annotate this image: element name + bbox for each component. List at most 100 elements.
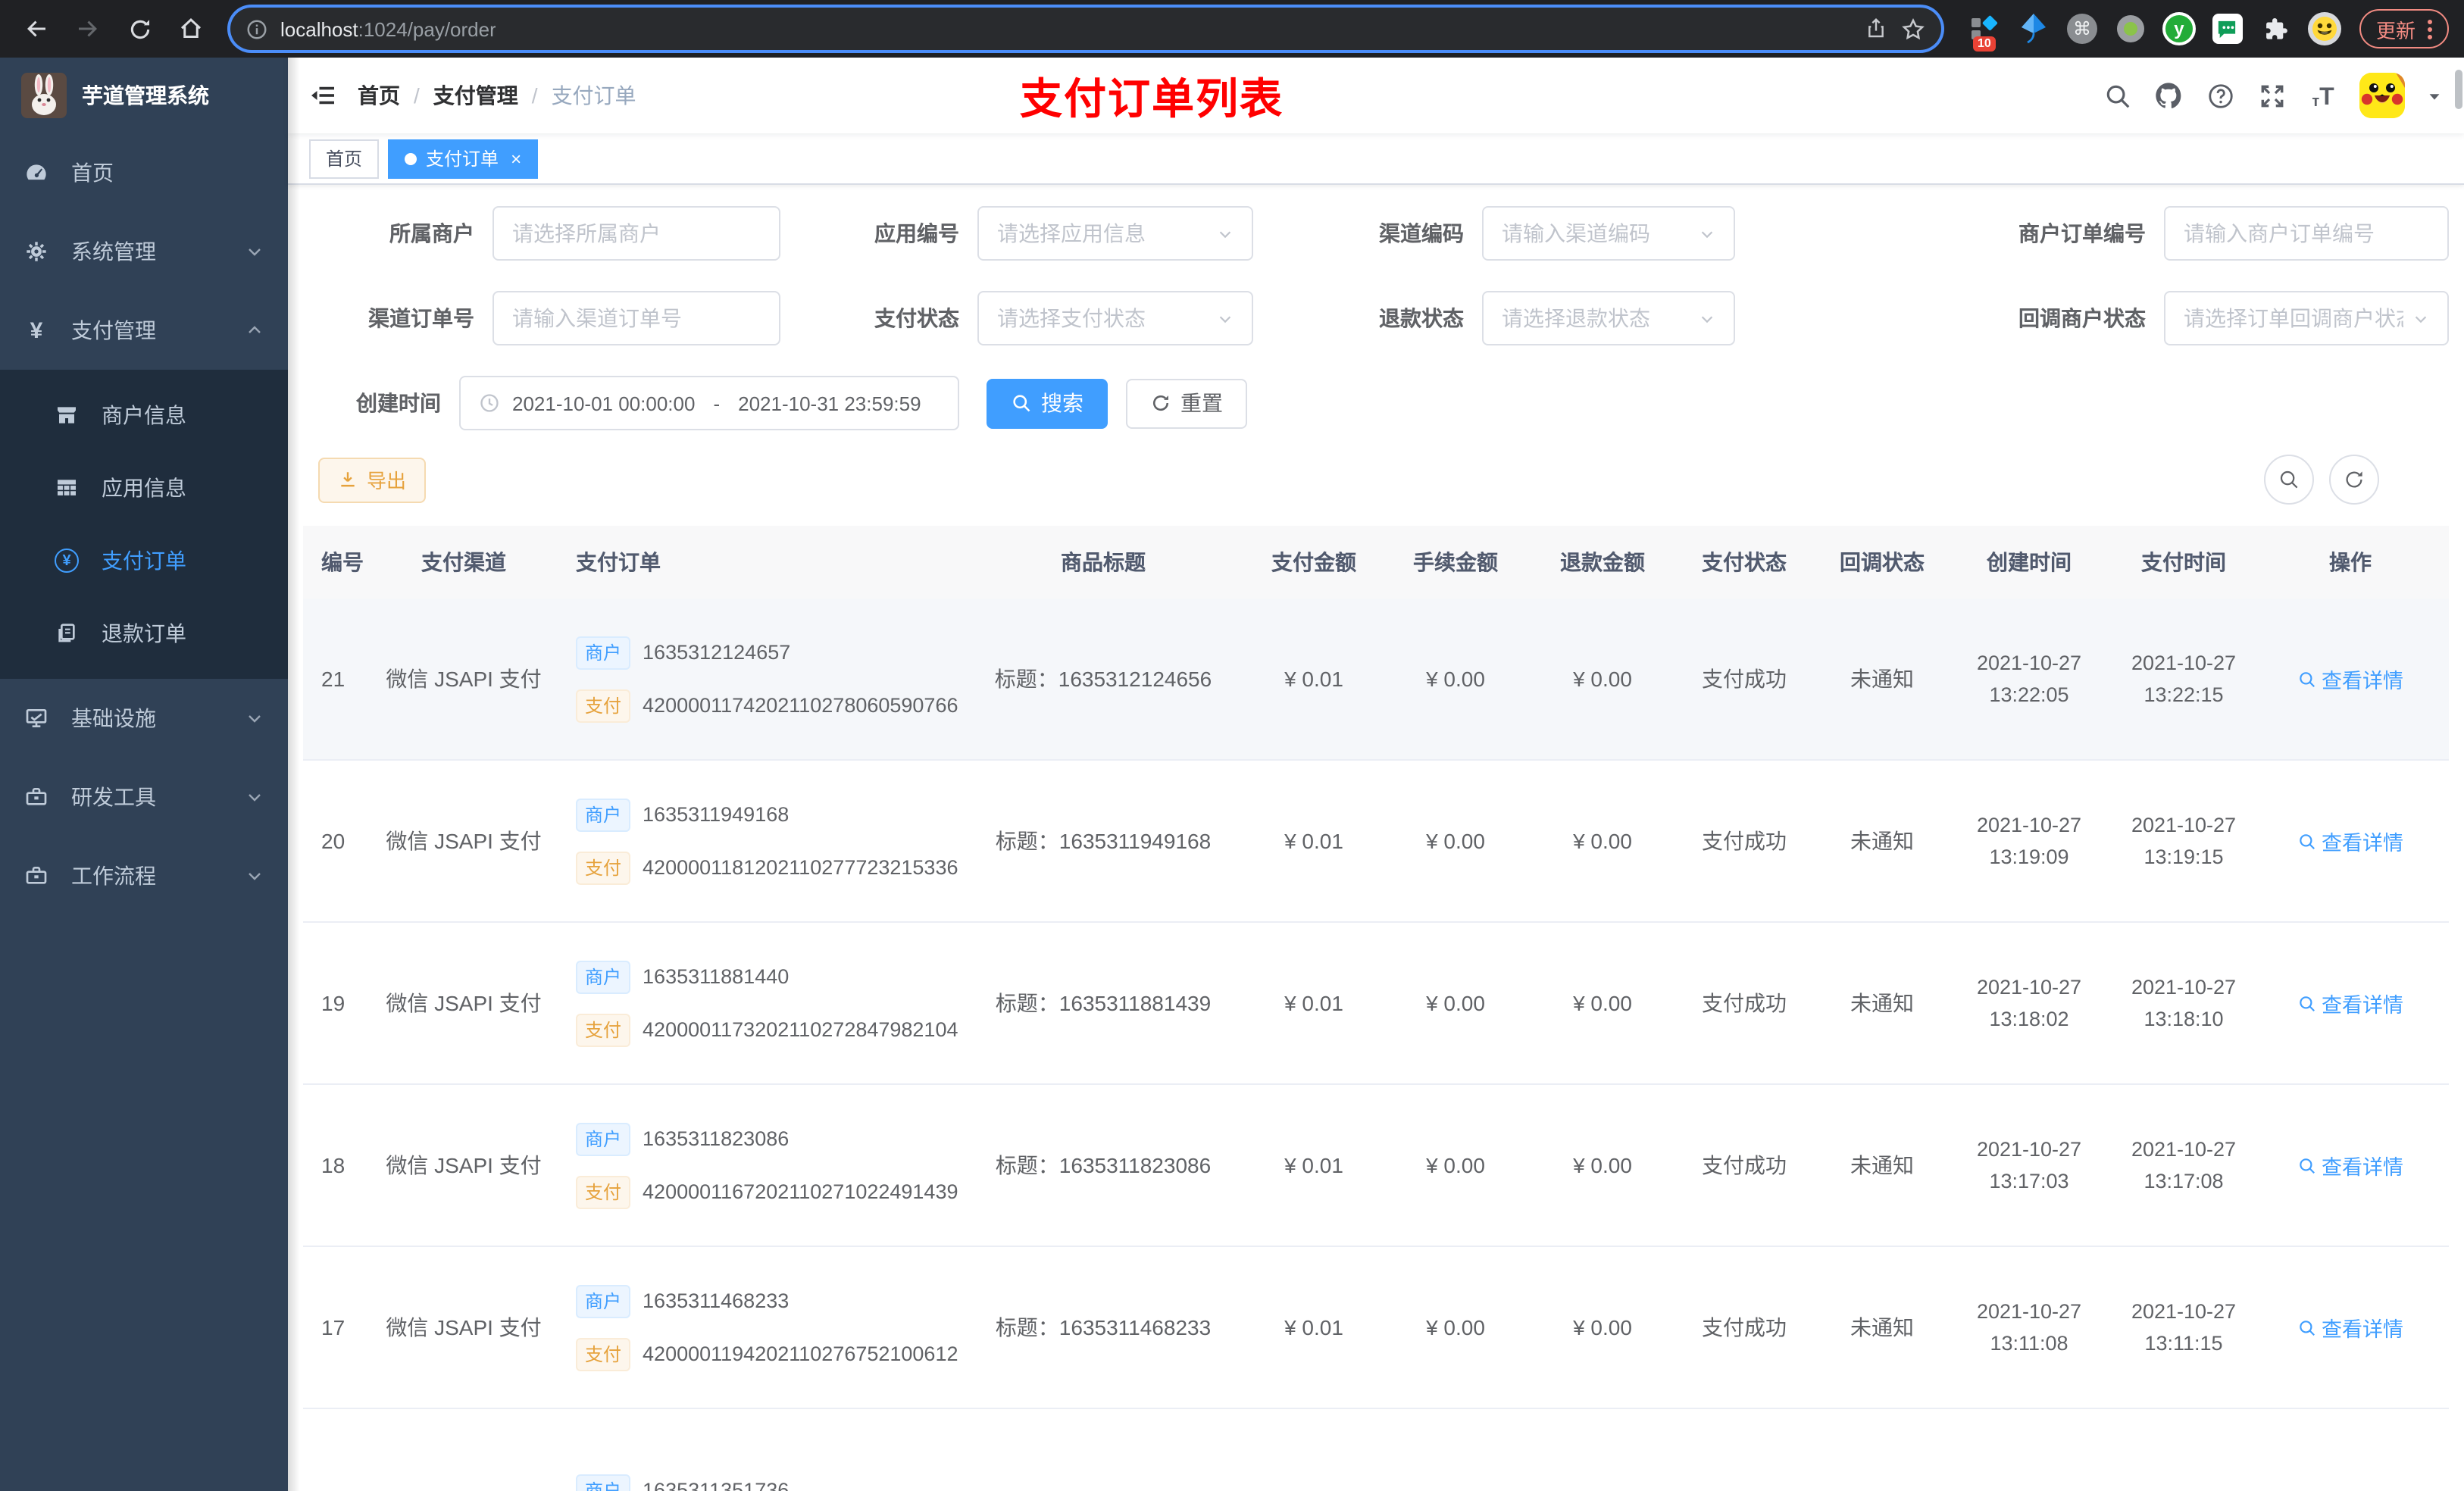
sidebar-item-dev-tools[interactable]: 研发工具	[0, 758, 288, 836]
view-detail-link[interactable]: 查看详情	[2297, 988, 2403, 1018]
create-time-range-picker[interactable]: 2021-10-01 00:00:00 - 2021-10-31 23:59:5…	[459, 376, 959, 430]
profile-emoji-icon[interactable]	[2307, 12, 2341, 45]
sidebar-item-payment[interactable]: ¥ 支付管理	[0, 291, 288, 370]
refresh-table-button[interactable]	[2329, 455, 2379, 505]
reload-icon[interactable]	[118, 8, 161, 50]
pay-tag: 支付	[576, 1013, 631, 1046]
extension-kite-icon[interactable]	[2017, 12, 2050, 45]
tab-label: 支付订单	[426, 148, 499, 170]
cell-pay-status: 支付成功	[1702, 991, 1787, 1015]
refund-status-select[interactable]: 请选择退款状态	[1482, 291, 1735, 345]
sidebar-item-label: 退款订单	[102, 621, 186, 645]
breadcrumb-home[interactable]: 首页	[358, 80, 400, 111]
share-icon[interactable]	[1864, 17, 1888, 41]
close-tab-icon[interactable]: ×	[511, 148, 521, 169]
extension-badge: 10	[1972, 36, 1996, 52]
sidebar-fold-icon[interactable]	[309, 82, 336, 109]
column-header-10: 支付时间	[2141, 550, 2226, 574]
merchant-tag: 商户	[576, 636, 631, 669]
page-scrollbar-thumb[interactable]	[2455, 70, 2462, 109]
user-avatar[interactable]	[2359, 73, 2405, 118]
chevron-down-icon	[245, 788, 264, 806]
fullscreen-icon[interactable]	[2256, 80, 2287, 111]
create-time: 13:22:05	[1989, 683, 2069, 706]
filter-label: 所属商户	[389, 221, 474, 245]
sidebar-item-label: 支付订单	[102, 549, 186, 573]
sidebar-item-home[interactable]: 首页	[0, 133, 288, 212]
documents-icon	[55, 621, 79, 645]
cell-notify-status: 未通知	[1850, 991, 1914, 1015]
cell-pay-channel: 微信 JSAPI 支付	[386, 829, 542, 853]
font-size-icon[interactable]: тT	[2308, 80, 2338, 111]
placeholder: 请选择支付状态	[997, 306, 1146, 330]
sidebar-item-system[interactable]: 系统管理	[0, 212, 288, 291]
screen: localhost:1024/pay/order 10 ⌘ y 更新 芋道管理系…	[0, 0, 2464, 1491]
search-button[interactable]: 搜索	[987, 378, 1108, 428]
cell-action: 查看详情	[2261, 1247, 2440, 1408]
table-row: 商户 1635311351736 支付 查看详情	[303, 1409, 2449, 1491]
avatar-caret-icon[interactable]	[2426, 87, 2443, 104]
extension-command-icon[interactable]: ⌘	[2065, 12, 2099, 45]
create-date: 2021-10-27	[1976, 976, 2082, 999]
bookmark-star-icon[interactable]	[1900, 16, 1926, 42]
pay-date: 2021-10-27	[2131, 814, 2237, 836]
merchant-order-no-input[interactable]: 请输入商户订单编号	[2164, 206, 2449, 261]
chevron-down-icon	[1217, 310, 1234, 327]
sidebar-item-merchant-info[interactable]: 商户信息	[0, 379, 288, 452]
url-bar[interactable]: localhost:1024/pay/order	[230, 8, 1941, 50]
sidebar-item-app-info[interactable]: 应用信息	[0, 452, 288, 524]
view-detail-link[interactable]: 查看详情	[2297, 826, 2403, 856]
channel-code-select[interactable]: 请输入渠道编码	[1482, 206, 1735, 261]
view-detail-link[interactable]: 查看详情	[2297, 664, 2403, 694]
cell-title: 标题：1635311468233	[995, 1315, 1212, 1339]
tab-pay-order[interactable]: 支付订单 ×	[388, 139, 539, 178]
merchant-tag: 商户	[576, 798, 631, 831]
tab-home[interactable]: 首页	[309, 139, 380, 178]
filter-label: 渠道编码	[1379, 221, 1464, 245]
table-row: 20 微信 JSAPI 支付 商户 1635311949168 支付 42000…	[303, 761, 2449, 923]
channel-pay-no: 4200001173202110272847982104	[643, 1018, 958, 1041]
search-icon[interactable]	[2102, 80, 2132, 111]
create-time: 13:18:02	[1989, 1008, 2069, 1030]
extension-record-icon[interactable]	[2114, 12, 2147, 45]
view-detail-link[interactable]: 查看详情	[2297, 1312, 2403, 1343]
toggle-search-button[interactable]	[2264, 455, 2314, 505]
sidebar-item-infra[interactable]: 基础设施	[0, 679, 288, 758]
cell-id: 20	[321, 829, 346, 853]
date-filter-row: 创建时间 2021-10-01 00:00:00 - 2021-10-31 23…	[303, 376, 2449, 430]
browser-update-button[interactable]: 更新	[2359, 9, 2449, 48]
column-header-4: 支付金额	[1271, 550, 1356, 574]
yen-icon: ¥	[30, 317, 43, 343]
tags-view-bar: 首页 支付订单 ×	[288, 133, 2464, 185]
sidebar-item-refund-order[interactable]: 退款订单	[0, 597, 288, 670]
extension-y-icon[interactable]: y	[2162, 12, 2196, 45]
app-logo-row[interactable]: 芋道管理系统	[0, 58, 288, 133]
extension-chat-icon[interactable]	[2211, 12, 2244, 45]
pay-status-select[interactable]: 请选择支付状态	[977, 291, 1253, 345]
channel-order-no-input[interactable]: 请输入渠道订单号	[492, 291, 780, 345]
site-info-icon[interactable]	[245, 17, 268, 40]
chevron-down-icon	[245, 867, 264, 885]
home-icon[interactable]	[170, 8, 212, 50]
merchant-select[interactable]: 请选择所属商户	[492, 206, 780, 261]
breadcrumb-pay-mgmt[interactable]: 支付管理	[433, 80, 518, 111]
extensions-puzzle-icon[interactable]	[2259, 12, 2293, 45]
forward-icon[interactable]	[67, 8, 109, 50]
help-icon[interactable]	[2205, 80, 2235, 111]
table-row: 17 微信 JSAPI 支付 商户 1635311468233 支付 42000…	[303, 1247, 2449, 1409]
cell-id: 19	[321, 991, 346, 1015]
sidebar-item-pay-order[interactable]: ¥ 支付订单	[0, 524, 288, 597]
reset-button[interactable]: 重置	[1126, 378, 1247, 428]
back-icon[interactable]	[15, 8, 58, 50]
pay-date: 2021-10-27	[2131, 1300, 2237, 1323]
export-button[interactable]: 导出	[318, 457, 427, 502]
column-header-3: 商品标题	[1061, 550, 1146, 574]
browser-toolbar: localhost:1024/pay/order 10 ⌘ y 更新	[0, 0, 2464, 58]
browser-menu-icon[interactable]	[2428, 19, 2432, 39]
extension-diamond-icon[interactable]: 10	[1968, 12, 2002, 52]
sidebar-item-workflow[interactable]: 工作流程	[0, 836, 288, 915]
callback-status-select[interactable]: 请选择订单回调商户状态	[2164, 291, 2449, 345]
github-icon[interactable]	[2153, 80, 2184, 111]
view-detail-link[interactable]: 查看详情	[2297, 1150, 2403, 1180]
app-no-select[interactable]: 请选择应用信息	[977, 206, 1253, 261]
